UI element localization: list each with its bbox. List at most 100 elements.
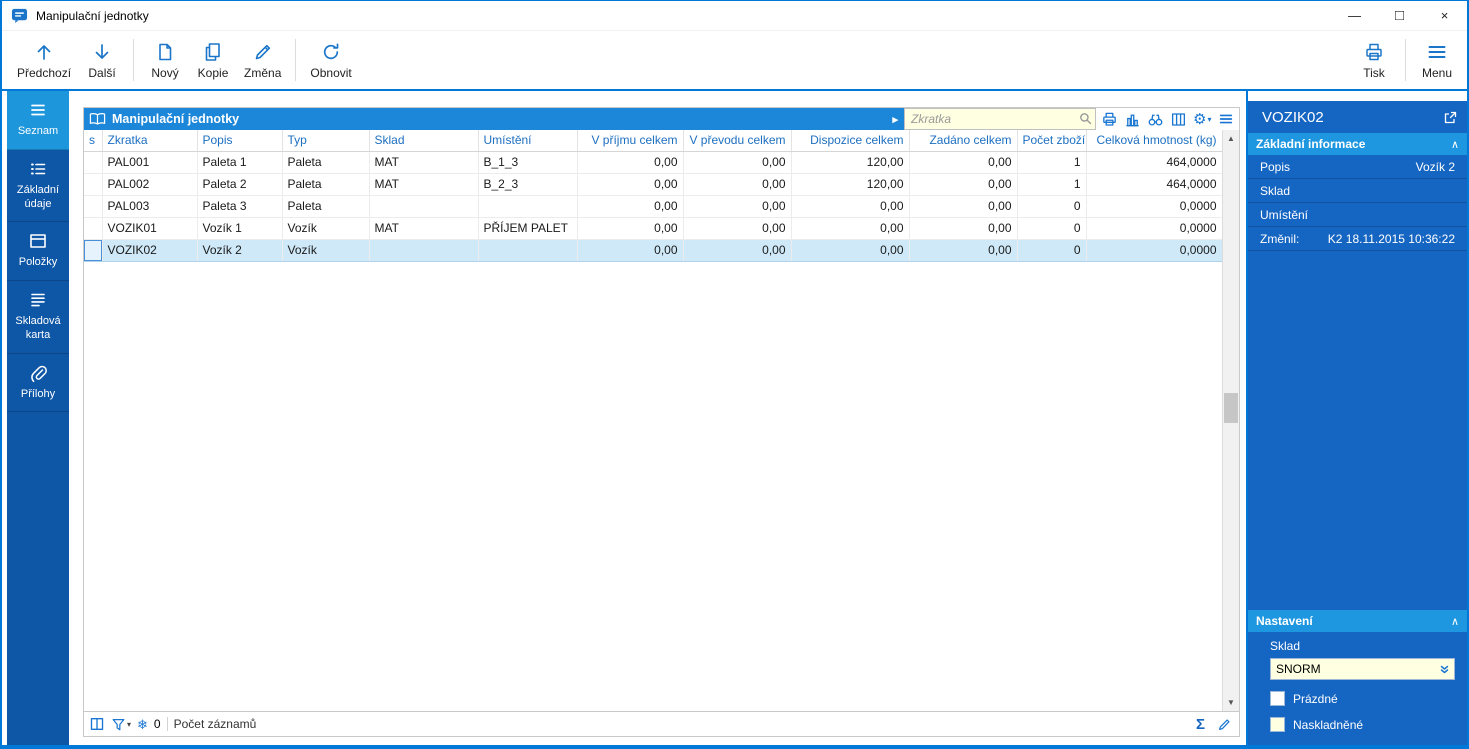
table-cell[interactable] xyxy=(84,151,103,174)
scroll-up-button[interactable]: ▲ xyxy=(1223,130,1239,147)
table-cell[interactable] xyxy=(84,239,103,262)
sidebar-item-prilohy[interactable]: Přílohy xyxy=(7,354,69,413)
column-header-typ[interactable]: Typ xyxy=(282,130,370,152)
chevron-up-icon[interactable]: ∧ xyxy=(1451,615,1459,628)
table-cell[interactable]: B_1_3 xyxy=(478,151,578,174)
maximize-button[interactable]: □ xyxy=(1377,1,1422,30)
column-header-s[interactable]: s xyxy=(84,130,103,152)
table-cell[interactable]: MAT xyxy=(369,217,479,240)
table-cell[interactable]: PAL003 xyxy=(102,195,198,218)
table-cell[interactable]: 0,00 xyxy=(909,173,1018,196)
table-cell[interactable]: 0,00 xyxy=(577,173,684,196)
menu-button[interactable]: Menu xyxy=(1413,37,1461,84)
table-cell[interactable]: Paleta xyxy=(282,195,370,218)
print-button[interactable]: Tisk xyxy=(1350,37,1398,84)
table-cell[interactable]: 0,00 xyxy=(909,217,1018,240)
grid-menu-button[interactable] xyxy=(1218,111,1234,127)
table-cell[interactable] xyxy=(369,239,479,262)
section-header-zakladni-informace[interactable]: Základní informace ∧ xyxy=(1248,133,1467,155)
grid-print-button[interactable] xyxy=(1101,111,1118,128)
table-cell[interactable]: 0,00 xyxy=(683,173,792,196)
sum-button[interactable]: Σ xyxy=(1196,717,1205,732)
grid-chart-button[interactable] xyxy=(1124,111,1141,128)
table-cell[interactable]: 0,00 xyxy=(577,239,684,262)
table-cell[interactable]: MAT xyxy=(369,173,479,196)
table-cell[interactable] xyxy=(84,173,103,196)
checkbox-box[interactable] xyxy=(1270,691,1285,706)
sidebar-item-skladova-karta[interactable]: Skladová karta xyxy=(7,281,69,354)
table-cell[interactable]: 0,00 xyxy=(791,217,910,240)
column-header-v-prevodu[interactable]: V převodu celkem xyxy=(683,130,792,152)
table-cell[interactable]: 0,00 xyxy=(683,217,792,240)
table-cell[interactable]: 0 xyxy=(1017,217,1087,240)
table-cell[interactable]: 0 xyxy=(1017,239,1087,262)
table-cell[interactable]: 0,0000 xyxy=(1086,195,1222,218)
table-cell[interactable]: 120,00 xyxy=(791,151,910,174)
table-cell[interactable] xyxy=(369,195,479,218)
table-cell[interactable]: B_2_3 xyxy=(478,173,578,196)
table-cell[interactable]: 0,00 xyxy=(791,195,910,218)
table-cell[interactable]: 0,00 xyxy=(683,195,792,218)
table-cell[interactable]: VOZIK01 xyxy=(102,217,198,240)
table-cell[interactable]: 0,00 xyxy=(577,195,684,218)
popout-button[interactable] xyxy=(1444,111,1457,124)
table-cell[interactable]: 0,0000 xyxy=(1086,239,1222,262)
table-cell[interactable]: Paleta xyxy=(282,173,370,196)
table-row-selected[interactable]: VOZIK02 Vozík 2 Vozík 0,00 0,00 0,00 0,0… xyxy=(84,239,1222,262)
grid-settings-button[interactable]: ⚙ ▾ xyxy=(1193,112,1211,127)
table-cell[interactable]: MAT xyxy=(369,151,479,174)
table-cell[interactable]: Paleta 1 xyxy=(197,151,283,174)
column-header-pocet-zbozi[interactable]: Počet zboží xyxy=(1017,130,1087,152)
grid-columns-button[interactable] xyxy=(1170,111,1187,128)
table-row[interactable]: PAL001 Paleta 1 Paleta MAT B_1_3 0,00 0,… xyxy=(84,151,1222,174)
column-header-celkova-hmotnost[interactable]: Celková hmotnost (kg) xyxy=(1086,130,1222,152)
sklad-combobox[interactable] xyxy=(1270,658,1455,680)
table-cell[interactable]: 464,0000 xyxy=(1086,173,1222,196)
table-cell[interactable]: PAL001 xyxy=(102,151,198,174)
checkbox-box[interactable] xyxy=(1270,717,1285,732)
sklad-input[interactable] xyxy=(1271,659,1434,679)
column-header-zadano[interactable]: Zadáno celkem xyxy=(909,130,1018,152)
previous-button[interactable]: Předchozí xyxy=(10,37,78,84)
split-view-button[interactable] xyxy=(89,716,105,732)
table-cell[interactable]: Vozík xyxy=(282,217,370,240)
column-header-zkratka[interactable]: Zkratka xyxy=(102,130,198,152)
combobox-dropdown-button[interactable] xyxy=(1434,659,1454,679)
sidebar-item-zakladni-udaje[interactable]: Základní údaje xyxy=(7,150,69,223)
table-cell[interactable]: 0,00 xyxy=(577,151,684,174)
next-button[interactable]: Další xyxy=(78,37,126,84)
column-header-v-prijmu[interactable]: V příjmu celkem xyxy=(577,130,684,152)
search-input[interactable] xyxy=(904,108,1096,130)
column-header-popis[interactable]: Popis xyxy=(197,130,283,152)
column-header-umisteni[interactable]: Umístění xyxy=(478,130,578,152)
table-cell[interactable]: 0,00 xyxy=(577,217,684,240)
table-row[interactable]: PAL002 Paleta 2 Paleta MAT B_2_3 0,00 0,… xyxy=(84,173,1222,196)
table-cell[interactable]: 0,00 xyxy=(909,195,1018,218)
table-cell[interactable]: 464,0000 xyxy=(1086,151,1222,174)
table-cell[interactable]: Vozík xyxy=(282,239,370,262)
table-cell[interactable]: Vozík 1 xyxy=(197,217,283,240)
table-cell[interactable]: Paleta 2 xyxy=(197,173,283,196)
checkbox-naskladnene[interactable]: Naskladněné xyxy=(1270,717,1455,732)
table-cell[interactable]: 1 xyxy=(1017,173,1087,196)
scrollbar-track[interactable] xyxy=(1223,147,1239,694)
checkbox-prazdne[interactable]: Prázdné xyxy=(1270,691,1455,706)
table-cell[interactable]: 0,00 xyxy=(909,151,1018,174)
table-cell[interactable]: 0,00 xyxy=(909,239,1018,262)
vertical-scrollbar[interactable]: ▲ ▼ xyxy=(1222,130,1239,711)
column-header-dispozice[interactable]: Dispozice celkem xyxy=(791,130,910,152)
sidebar-item-seznam[interactable]: Seznam xyxy=(7,91,69,150)
minimize-button[interactable]: — xyxy=(1332,1,1377,30)
table-cell[interactable]: PAL002 xyxy=(102,173,198,196)
grid-expander-icon[interactable]: ▸ xyxy=(892,113,898,126)
refresh-button[interactable]: Obnovit xyxy=(303,37,358,84)
table-cell[interactable]: 1 xyxy=(1017,151,1087,174)
table-cell[interactable]: Vozík 2 xyxy=(197,239,283,262)
table-cell[interactable] xyxy=(478,195,578,218)
table-row[interactable]: VOZIK01 Vozík 1 Vozík MAT PŘÍJEM PALET 0… xyxy=(84,217,1222,240)
column-header-sklad[interactable]: Sklad xyxy=(369,130,479,152)
table-cell[interactable] xyxy=(84,195,103,218)
filter-button[interactable]: ▾ xyxy=(111,717,131,732)
table-cell[interactable]: 0,00 xyxy=(683,151,792,174)
close-button[interactable]: × xyxy=(1422,1,1467,30)
